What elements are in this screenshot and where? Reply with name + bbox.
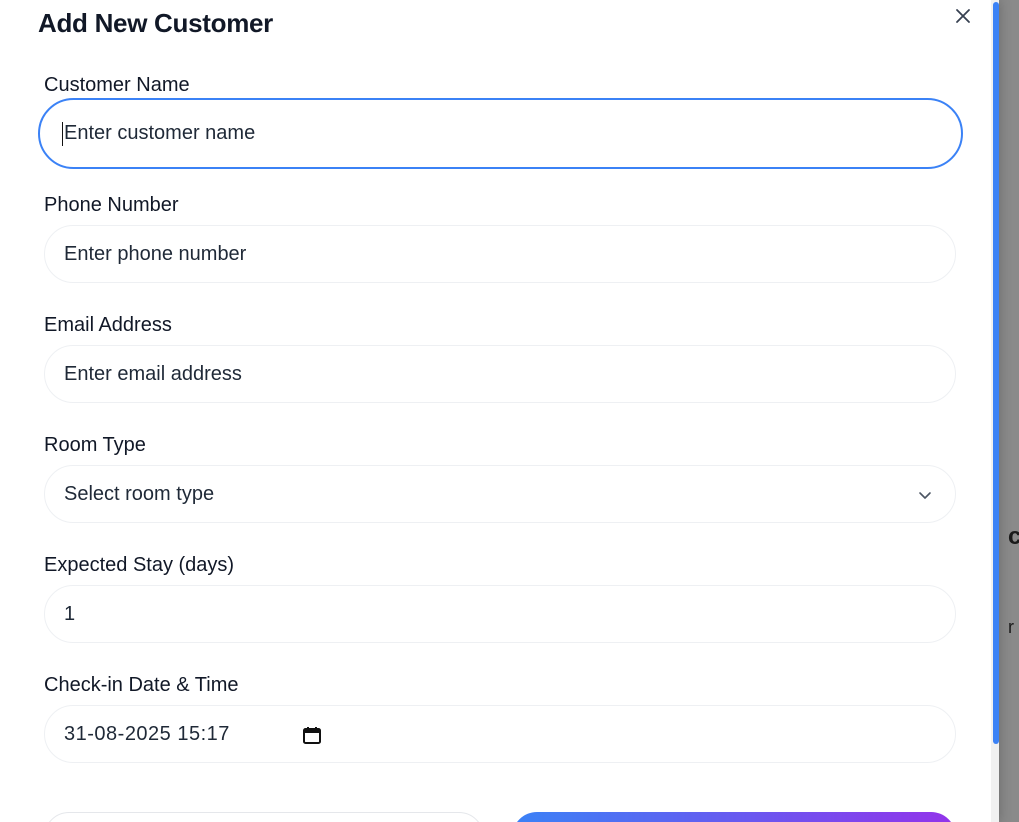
chevron-down-icon	[919, 492, 931, 499]
email-address-field[interactable]	[44, 345, 956, 403]
expected-stay-label: Expected Stay (days)	[44, 554, 235, 576]
add-customer-modal: Add New Customer Customer Name Phone Num…	[0, 0, 999, 822]
customer-name-label: Customer Name	[44, 74, 190, 96]
room-type-select[interactable]: Select room type	[44, 465, 956, 523]
customer-name-input[interactable]	[64, 122, 961, 145]
email-address-input[interactable]	[64, 362, 955, 386]
add-customer-button[interactable]	[512, 812, 956, 822]
calendar-icon[interactable]	[302, 725, 322, 745]
close-button[interactable]	[948, 0, 978, 27]
expected-stay-value: 1	[64, 602, 76, 625]
scrollbar-thumb[interactable]	[993, 2, 999, 744]
backdrop-fragment: c	[1008, 523, 1019, 550]
expected-stay-field[interactable]: 1	[44, 585, 956, 643]
phone-number-field[interactable]	[44, 225, 956, 283]
close-icon	[956, 8, 970, 23]
modal-title: Add New Customer	[38, 8, 274, 38]
backdrop-fragment: r	[1008, 617, 1014, 637]
room-type-label: Room Type	[44, 434, 146, 456]
room-type-selected: Select room type	[64, 482, 215, 505]
checkin-label: Check-in Date & Time	[44, 674, 239, 696]
backdrop	[996, 0, 1019, 822]
text-cursor	[62, 121, 63, 146]
scrollbar-track[interactable]	[991, 0, 999, 822]
checkin-datetime-field[interactable]: 31-08-2025 15:17	[44, 705, 956, 763]
cancel-button[interactable]	[44, 812, 484, 822]
customer-name-field[interactable]	[38, 98, 963, 169]
checkin-datetime-value: 31-08-2025 15:17	[64, 722, 230, 745]
phone-number-label: Phone Number	[44, 194, 179, 216]
phone-number-input[interactable]	[64, 242, 955, 266]
email-address-label: Email Address	[44, 314, 172, 336]
